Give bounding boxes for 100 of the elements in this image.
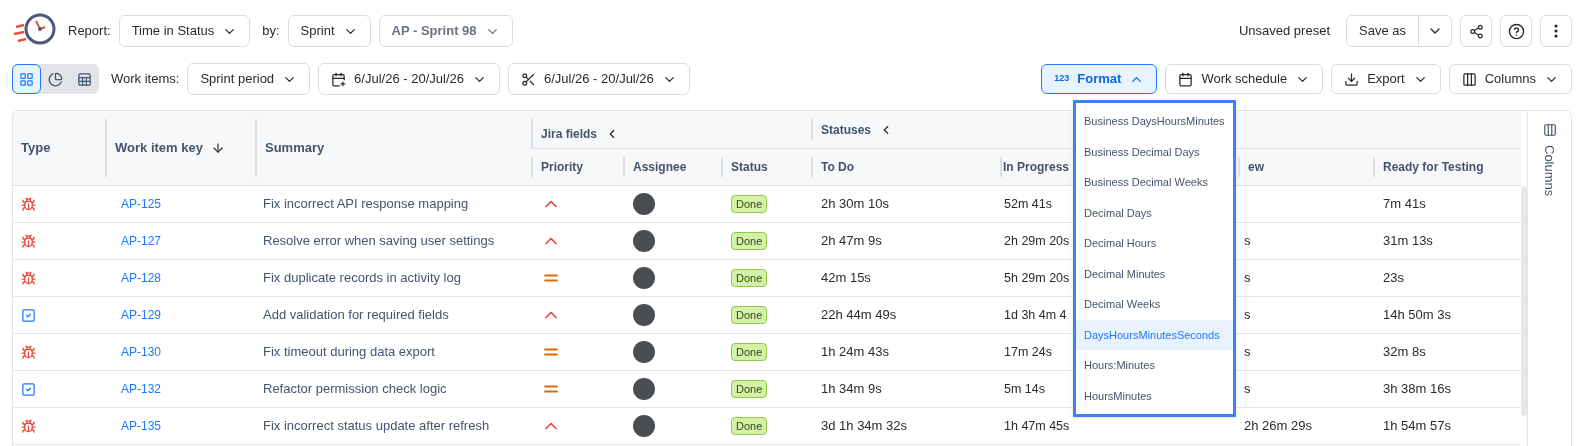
column-header: Priority [541, 159, 583, 176]
format-menu-item[interactable]: Decimal Days [1076, 197, 1233, 228]
time-cell: 2h 26m 29s [1244, 418, 1312, 434]
status-badge: Done [731, 416, 768, 436]
sprint-select[interactable]: AP - Sprint 98 [378, 15, 513, 47]
by-label: by: [262, 22, 280, 41]
avatar [633, 304, 655, 326]
time-cell: 1h 54m 57s [1383, 418, 1451, 434]
time-cell: 1h 24m 43s [821, 344, 889, 360]
time-cell: 5m 14s [1004, 382, 1045, 397]
time-cell: 32m 8s [1383, 344, 1426, 360]
summary-cell: Fix incorrect API response mapping [263, 196, 469, 212]
report-label: Report: [68, 22, 111, 41]
time-cell: 5h 29m 20s [1004, 271, 1070, 286]
time-cell: 31m 13s [1383, 233, 1433, 249]
help-button[interactable] [1500, 15, 1532, 47]
time-cell: s [1244, 381, 1251, 397]
side-panel-label: Columns [1541, 145, 1559, 197]
time-cell: 3d 1h 34m 32s [821, 418, 907, 434]
summary-cell: Fix timeout during data export [263, 344, 435, 360]
work-items-select[interactable]: Sprint period [187, 63, 311, 95]
summary-cell: Fix duplicate records in activity log [263, 270, 461, 286]
avatar [633, 415, 655, 437]
columns-icon [1542, 123, 1557, 137]
scissors-icon [520, 71, 536, 87]
status-badge: Done [731, 342, 768, 362]
work-item-link[interactable]: AP-135 [121, 419, 162, 434]
time-cell: 7m 41s [1383, 196, 1426, 212]
format-menu-item[interactable]: Decimal Weeks [1076, 289, 1233, 320]
schedule-button[interactable]: Work schedule [1165, 64, 1324, 94]
time-cell: 2h 47m 9s [821, 233, 882, 249]
time-cell: s [1244, 344, 1251, 360]
column-header: Summary [255, 119, 531, 177]
grid-view-icon [19, 71, 34, 87]
summary-cell: Fix incorrect status update after refresh [263, 418, 490, 434]
more-icon [1554, 24, 1558, 38]
time-cell: 42m 15s [821, 270, 871, 286]
status-badge: Done [731, 379, 768, 399]
share-icon [1468, 23, 1484, 39]
format-menu-item[interactable]: Business Decimal Weeks [1076, 167, 1233, 198]
format-menu-item[interactable]: Decimal Hours [1076, 228, 1233, 259]
columns-button[interactable]: Columns [1448, 64, 1572, 94]
grid-view-button[interactable] [12, 64, 41, 94]
summary-cell: Refactor permission check logic [263, 381, 447, 397]
format-menu-item[interactable]: Business DaysHoursMinutes [1076, 106, 1233, 137]
date-range-select[interactable]: 6/Jul/26 - 20/Jul/26 [318, 63, 500, 95]
work-item-link[interactable]: AP-130 [121, 345, 162, 360]
avatar [633, 230, 655, 252]
format-menu-item[interactable]: DaysHoursMinutesSeconds [1076, 319, 1233, 350]
column-header: Status [731, 159, 768, 176]
avatar [633, 193, 655, 215]
time-cell: 2h 30m 10s [821, 196, 889, 212]
report-select[interactable]: Time in Status [118, 15, 251, 47]
work-items-label: Work items: [111, 70, 180, 89]
schedule-icon [1178, 71, 1194, 87]
group-header: Statuses [821, 121, 872, 139]
cut-range-select[interactable]: 6/Jul/26 - 20/Jul/26 [507, 63, 690, 95]
calendar-icon [331, 71, 347, 87]
summary-cell: Add validation for required fields [263, 307, 449, 323]
save-as-button[interactable]: Save as [1347, 16, 1419, 46]
preset-label: Unsaved preset [1238, 22, 1330, 41]
columns-side-panel[interactable]: Columns [1527, 111, 1571, 446]
time-cell: 1d 3h 4m 4 [1004, 308, 1067, 323]
time-cell: 17m 24s [1004, 345, 1052, 360]
work-item-link[interactable]: AP-127 [121, 234, 162, 249]
time-cell: s [1244, 270, 1251, 286]
column-header: Type [20, 139, 52, 158]
time-cell: 1h 47m 45s [1004, 419, 1070, 434]
time-cell: 1h 34m 9s [821, 381, 882, 397]
by-select[interactable]: Sprint [287, 15, 371, 47]
column-header: Ready for Testing [1383, 159, 1484, 176]
column-header: ew [1248, 159, 1264, 176]
work-item-link[interactable]: AP-128 [121, 271, 162, 286]
work-item-link[interactable]: AP-129 [121, 308, 162, 323]
work-item-link[interactable]: AP-125 [121, 197, 162, 212]
status-badge: Done [731, 305, 768, 325]
share-button[interactable] [1460, 15, 1492, 47]
status-badge: Done [731, 194, 768, 214]
columns-icon [1461, 71, 1477, 87]
column-header: In Progress [1003, 159, 1070, 176]
summary-cell: Resolve error when saving user settings [263, 233, 495, 249]
help-icon [1507, 22, 1525, 40]
avatar [633, 378, 655, 400]
format-menu-item[interactable]: Hours:Minutes [1076, 350, 1233, 381]
time-cell: 14h 50m 3s [1383, 307, 1451, 323]
time-cell: s [1244, 233, 1251, 249]
column-header: Assignee [633, 159, 687, 176]
format-button[interactable]: 123 Format [1041, 64, 1158, 94]
work-item-link[interactable]: AP-132 [121, 382, 162, 397]
column-header: To Do [821, 159, 855, 176]
group-header: Jira fields [541, 125, 598, 143]
pie-view-icon [48, 71, 63, 87]
format-menu-item[interactable]: Decimal Minutes [1076, 258, 1233, 289]
format-menu-item[interactable]: HoursMinutes [1076, 380, 1233, 411]
time-cell: 23s [1383, 270, 1404, 286]
time-cell: s [1244, 307, 1251, 323]
export-button[interactable]: Export [1331, 64, 1441, 94]
table-view-icon [77, 71, 92, 87]
format-menu-item[interactable]: Business Decimal Days [1076, 136, 1233, 167]
avatar [633, 267, 655, 289]
